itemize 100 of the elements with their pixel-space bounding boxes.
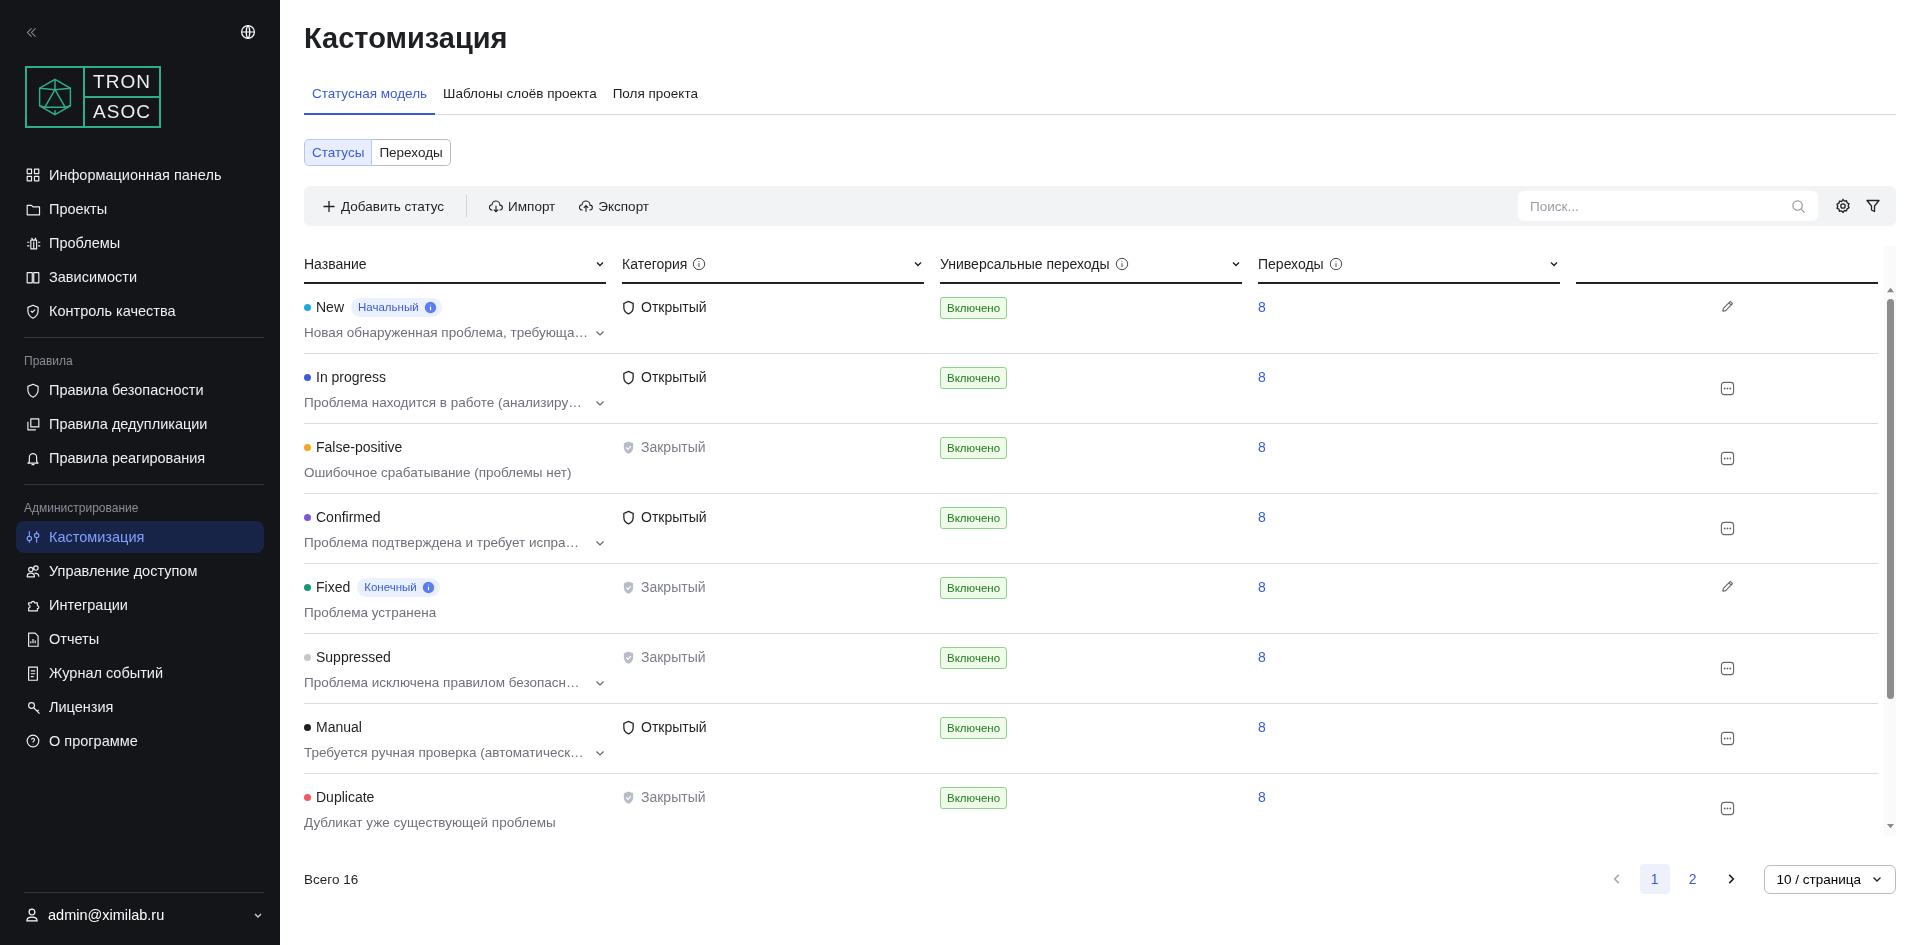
status-name: Manual <box>316 719 362 735</box>
total-count: Всего 16 <box>304 871 359 887</box>
book-icon <box>25 269 41 285</box>
search-field[interactable]: Поиск... <box>1518 191 1818 221</box>
user-menu[interactable]: admin@ximilab.ru <box>24 892 264 945</box>
nav-item[interactable]: О программе <box>16 725 264 757</box>
toolbar-button[interactable]: Добавить статус <box>320 194 455 218</box>
status-name: Duplicate <box>316 789 375 805</box>
shield-check-icon <box>622 789 635 805</box>
shield-check-icon <box>622 579 635 595</box>
cloud-download-icon <box>489 199 504 213</box>
nav-item[interactable]: Лицензия <box>16 691 264 723</box>
column-header[interactable]: Переходы <box>1258 246 1560 284</box>
globe-icon[interactable] <box>240 24 256 40</box>
collapse-icon[interactable] <box>25 25 38 39</box>
scrollbar[interactable] <box>1884 246 1896 836</box>
enabled-tag: Включено <box>940 367 1008 389</box>
dashboard-icon <box>25 167 41 183</box>
column-header[interactable]: Категория <box>622 246 924 284</box>
enabled-tag: Включено <box>940 787 1008 809</box>
nav-item[interactable]: Правила реагирования <box>16 442 264 474</box>
nav-item[interactable]: Управление доступом <box>16 555 264 587</box>
page-button[interactable]: 1 <box>1639 864 1670 894</box>
nav-item[interactable]: Правила безопасности <box>16 374 264 406</box>
column-header[interactable]: Название <box>304 246 606 284</box>
transitions-link[interactable]: 8 <box>1258 299 1266 315</box>
segment-button[interactable]: Статусы <box>304 139 373 166</box>
nav-item[interactable]: Зависимости <box>16 261 264 293</box>
shield-check-icon <box>622 439 635 455</box>
status-description: Проблема устранена <box>304 605 437 620</box>
shield-icon <box>622 509 635 525</box>
status-name: Confirmed <box>316 509 381 525</box>
status-name: In progress <box>316 369 387 385</box>
section-heading: Правила <box>24 353 74 370</box>
nav-item[interactable]: Кастомизация <box>16 521 264 553</box>
category-label: Открытый <box>622 715 707 739</box>
status-name: New <box>316 299 344 315</box>
scroll-up-icon[interactable] <box>1885 286 1895 293</box>
bug-icon <box>25 235 41 251</box>
column-header[interactable]: Универсальные переходы <box>940 246 1242 284</box>
segment-button[interactable]: Переходы <box>372 139 451 166</box>
category-label: Закрытый <box>622 785 706 809</box>
status-description: Новая обнаруженная проблема, требующа… <box>304 325 588 340</box>
bell-icon <box>25 450 41 466</box>
tab[interactable]: Поля проекта <box>604 78 706 115</box>
enabled-tag: Включено <box>940 717 1008 739</box>
filter-icon <box>1865 198 1881 214</box>
nav-item[interactable]: Проблемы <box>16 227 264 259</box>
category-label: Открытый <box>622 365 707 389</box>
nav-item[interactable]: Правила дедупликации <box>16 408 264 440</box>
enabled-tag: Включено <box>940 507 1008 529</box>
toolbar-button[interactable]: Экспорт <box>577 194 660 218</box>
nav-item[interactable]: Контроль качества <box>16 295 264 327</box>
status-badge: Конечный <box>357 577 440 597</box>
transitions-link[interactable]: 8 <box>1258 649 1266 665</box>
nav-item[interactable]: Отчеты <box>16 623 264 655</box>
status-name: False-positive <box>316 439 403 455</box>
more-icon[interactable] <box>1719 801 1735 816</box>
nav-item[interactable]: Проекты <box>16 193 264 225</box>
page-title: Кастомизация <box>304 22 509 56</box>
nav-item[interactable]: Журнал событий <box>16 657 264 689</box>
category-label: Открытый <box>622 295 707 319</box>
transitions-link[interactable]: 8 <box>1258 719 1266 735</box>
scroll-down-icon[interactable] <box>1885 823 1895 830</box>
user-icon <box>24 907 40 923</box>
more-icon[interactable] <box>1719 451 1735 466</box>
pencil-icon[interactable] <box>1719 579 1735 594</box>
plus-icon <box>322 199 336 213</box>
page-button[interactable]: 2 <box>1677 864 1708 894</box>
shield-icon <box>622 369 635 385</box>
tab[interactable]: Статусная модель <box>304 78 436 115</box>
info-icon <box>423 300 437 314</box>
users-icon <box>25 563 41 579</box>
transitions-link[interactable]: 8 <box>1258 579 1266 595</box>
toolbar-button[interactable]: Импорт <box>487 194 566 218</box>
more-icon[interactable] <box>1719 381 1735 396</box>
transitions-link[interactable]: 8 <box>1258 509 1266 525</box>
pencil-icon[interactable] <box>1719 299 1735 314</box>
page-size-select[interactable]: 10 / страница <box>1763 864 1896 894</box>
more-icon[interactable] <box>1719 661 1735 676</box>
status-description: Проблема подтверждена и требует испра… <box>304 535 579 550</box>
key-icon <box>25 699 41 715</box>
enabled-tag: Включено <box>940 297 1008 319</box>
nav-item[interactable]: Информационная панель <box>16 159 264 191</box>
enabled-tag: Включено <box>940 577 1008 599</box>
transitions-link[interactable]: 8 <box>1258 439 1266 455</box>
enabled-tag: Включено <box>940 647 1008 669</box>
cloud-upload-icon <box>579 199 594 213</box>
status-description: Проблема исключена правилом безопасн… <box>304 675 580 690</box>
nav-item[interactable]: Интеграции <box>16 589 264 621</box>
help-icon <box>25 733 41 749</box>
transitions-link[interactable]: 8 <box>1258 789 1266 805</box>
copy-icon <box>25 416 41 432</box>
transitions-link[interactable]: 8 <box>1258 369 1266 385</box>
more-icon[interactable] <box>1719 731 1735 746</box>
status-description: Требуется ручная проверка (автоматическ… <box>304 745 584 760</box>
more-icon[interactable] <box>1719 521 1735 536</box>
status-description: Проблема находится в работе (анализиру… <box>304 395 582 410</box>
logo-text: TRON <box>92 70 152 94</box>
tab[interactable]: Шаблоны слоёв проекта <box>435 78 605 115</box>
